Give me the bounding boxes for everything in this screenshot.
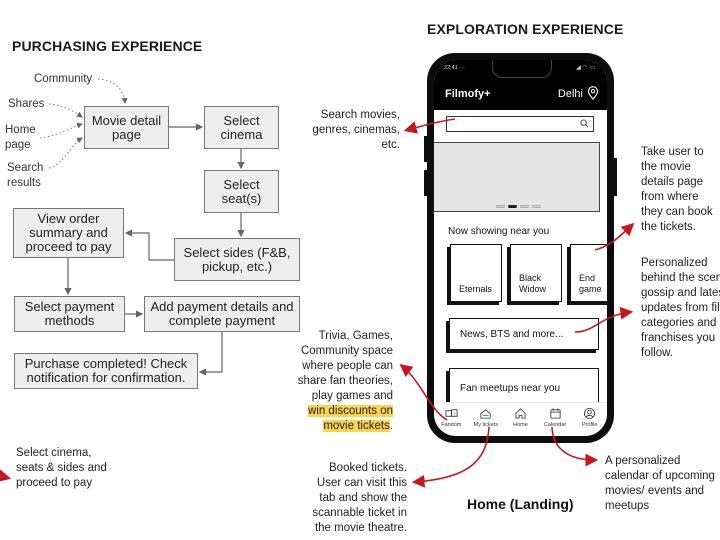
search-input[interactable]: [446, 116, 594, 132]
note-fandom-text: Trivia, Games, Community space where peo…: [297, 330, 393, 402]
tab-home[interactable]: Home: [505, 407, 535, 436]
connector-shares: [48, 103, 83, 118]
note-calendar: A personalized calendar of upcoming movi…: [605, 455, 715, 512]
note-news-text: Personalized behind the scenes gossip an…: [641, 257, 720, 359]
promo-banner-carousel[interactable]: [434, 142, 600, 212]
city-selector[interactable]: Delhi: [558, 88, 583, 100]
step-select-payment: Select payment methods: [14, 296, 125, 332]
profile-icon: [584, 407, 596, 420]
fandom-icon: ?: [445, 409, 458, 417]
note-news: Personalized behind the scenes gossip an…: [641, 256, 720, 361]
app-name[interactable]: Filmofy+: [445, 88, 491, 100]
note-tickets: Booked tickets. User can visit this tab …: [312, 462, 407, 534]
status-icons: ◢ ◠ ▭: [576, 65, 595, 71]
entry-home-page: Home page: [5, 124, 36, 151]
home-icon: [515, 408, 526, 419]
carousel-dot-active[interactable]: [508, 205, 517, 208]
connector-search: [48, 137, 83, 169]
tab-profile[interactable]: Profile: [575, 407, 605, 436]
step-view-order: View order summary and proceed to pay: [13, 208, 124, 258]
note-search: Search movies, genres, cinemas, etc.: [312, 109, 400, 151]
tab-label: My tickets: [473, 422, 499, 428]
search-icon[interactable]: [580, 119, 589, 128]
step-movie-detail: Movie detail page: [84, 106, 169, 149]
tab-label: Calendar: [543, 422, 567, 428]
tab-label: Home: [513, 422, 528, 428]
calendar-icon: [550, 408, 561, 419]
status-dots: ···: [459, 65, 465, 71]
entry-community: Community: [34, 73, 93, 85]
note-movie-card: Take user to the movie details page from…: [641, 146, 713, 233]
tab-label: Fandom: [441, 422, 462, 428]
note-fandom: Trivia, Games, Community space where peo…: [297, 329, 393, 434]
movie-card[interactable]: End game: [570, 244, 607, 302]
status-time: 22:41 ···: [444, 65, 465, 71]
carousel-dot[interactable]: [496, 205, 505, 208]
purchasing-title: PURCHASING EXPERIENCE: [12, 38, 203, 54]
carousel-dot[interactable]: [532, 205, 541, 208]
step-select-sides: Select sides (F&B, pickup, etc.): [174, 238, 300, 281]
arrow-sides-to-order: [124, 229, 174, 261]
movie-card[interactable]: Eternals: [450, 244, 502, 302]
exploration-title: EXPLORATION EXPERIENCE: [427, 21, 624, 37]
movie-title: Black Widow: [519, 273, 547, 294]
location-pin-icon[interactable]: [587, 86, 599, 100]
news-card-label: News, BTS and more...: [460, 328, 564, 340]
tab-my-tickets[interactable]: My tickets: [471, 407, 501, 436]
step-select-seats: Select seat(s): [204, 170, 279, 213]
movie-title: End game: [579, 273, 602, 294]
note-fandom-highlight: win discounts on movie tickets: [307, 405, 393, 432]
phone-screen: 22:41 ··· ◢ ◠ ▭ Filmofy+ Delhi Now showi…: [434, 60, 607, 436]
tab-fandom[interactable]: ? Fandom: [436, 407, 466, 436]
step-add-payment: Add payment details and complete payment: [144, 296, 300, 332]
carousel-indicators: [496, 205, 541, 208]
carousel-dot[interactable]: [520, 205, 529, 208]
connector-community: [97, 78, 128, 104]
note-fandom-end: .: [389, 420, 393, 432]
news-card[interactable]: News, BTS and more...: [449, 318, 599, 350]
note-bottom-left: Select cinema, seats & sides and proceed…: [16, 447, 107, 489]
red-arrow-bottom-left: [0, 469, 12, 482]
step-select-cinema: Select cinema: [204, 106, 279, 149]
entry-search-results: Search results: [7, 162, 44, 189]
status-time-text: 22:41: [444, 65, 458, 71]
tab-label: Profile: [581, 422, 598, 428]
phone-notch: [492, 60, 552, 78]
screen-caption: Home (Landing): [467, 496, 574, 512]
tab-calendar[interactable]: Calendar: [540, 407, 570, 436]
bottom-tab-bar: ? Fandom My tickets Home Calendar Profil…: [434, 402, 607, 436]
phone-mockup: 22:41 ··· ◢ ◠ ▭ Filmofy+ Delhi Now showi…: [427, 53, 614, 443]
phone-power-button: [614, 158, 617, 196]
fan-meetups-label: Fan meetups near you: [460, 382, 561, 394]
tickets-icon: [480, 409, 491, 419]
step-purchase-completed: Purchase completed! Check notification f…: [14, 353, 198, 389]
movie-card[interactable]: Black Widow: [510, 244, 562, 302]
now-showing-title: Now showing near you: [448, 226, 550, 237]
movie-title: Eternals: [459, 284, 493, 294]
connector-home: [39, 122, 83, 139]
arrow-details-to-complete: [198, 332, 223, 376]
svg-text:?: ?: [453, 411, 456, 416]
entry-shares: Shares: [8, 98, 45, 110]
